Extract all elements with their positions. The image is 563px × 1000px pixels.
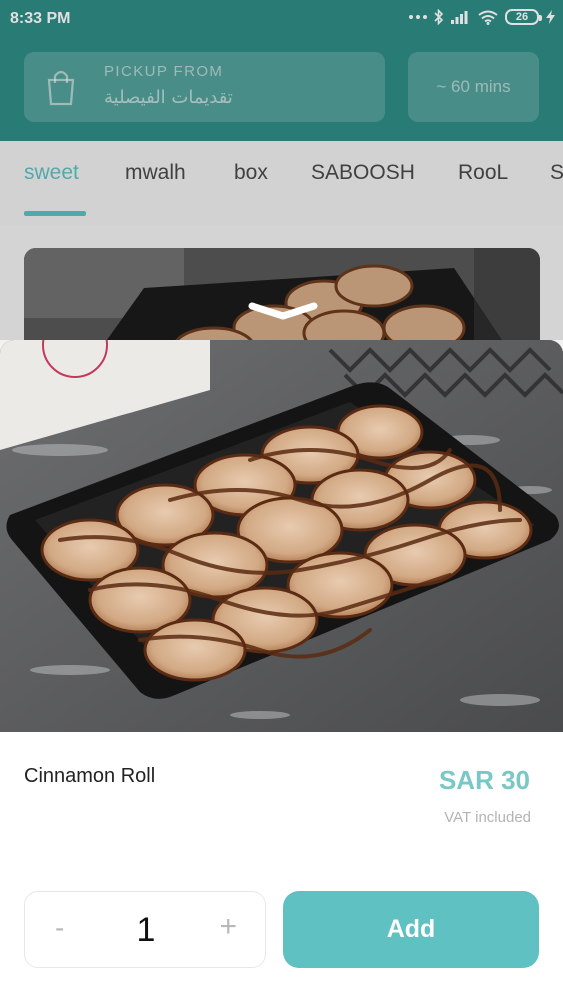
add-to-cart-button[interactable]: Add [283,891,539,968]
active-tab-indicator [24,211,86,216]
tab-mwalh[interactable]: mwalh [125,161,186,185]
battery-level: 26 [515,11,529,23]
product-name: Cinnamon Roll [24,765,156,787]
pickup-location-selector[interactable]: PICKUP FROM تقديمات الفيصلية [24,52,385,122]
product-image [0,340,563,732]
eta-text: ~ 60 mins [436,77,511,96]
product-price: SAR 30 [438,765,530,795]
status-icons: 26 [409,9,555,25]
battery-icon: 26 [505,9,542,25]
product-details-panel: Cinnamon Roll SAR 30 VAT included - 1 + … [0,732,563,1000]
cellular-signal-icon [451,11,468,24]
pickup-location: تقديمات الفيصلية [104,87,233,108]
tab-rool[interactable]: RooL [458,161,508,185]
increase-quantity-button[interactable]: + [219,910,237,944]
tab-saboosh[interactable]: SABOOSH [311,161,415,185]
tab-s[interactable]: S [550,161,563,185]
wifi-icon [478,10,498,25]
bluetooth-icon [434,9,444,25]
status-time: 8:33 PM [10,10,71,27]
charging-bolt-icon [546,10,555,24]
category-tabs: sweet mwalh box SABOOSH RooL S [0,141,563,225]
quantity-stepper: - 1 + [24,891,266,968]
more-dots-icon [409,15,427,19]
cinnamon-rolls-tray-photo [0,340,563,732]
eta-badge[interactable]: ~ 60 mins [408,52,539,122]
tab-sweet[interactable]: sweet [24,161,79,185]
chevron-down-icon[interactable] [248,301,318,321]
status-bar: 8:33 PM 26 [0,0,563,38]
pickup-label: PICKUP FROM [104,63,224,80]
shopping-bag-icon [47,70,75,106]
tab-box[interactable]: box [234,161,268,185]
app-header: 8:33 PM 26 PICKUP FROM تقديمات الفيصلية … [0,0,563,141]
vat-note: VAT included [444,809,531,826]
